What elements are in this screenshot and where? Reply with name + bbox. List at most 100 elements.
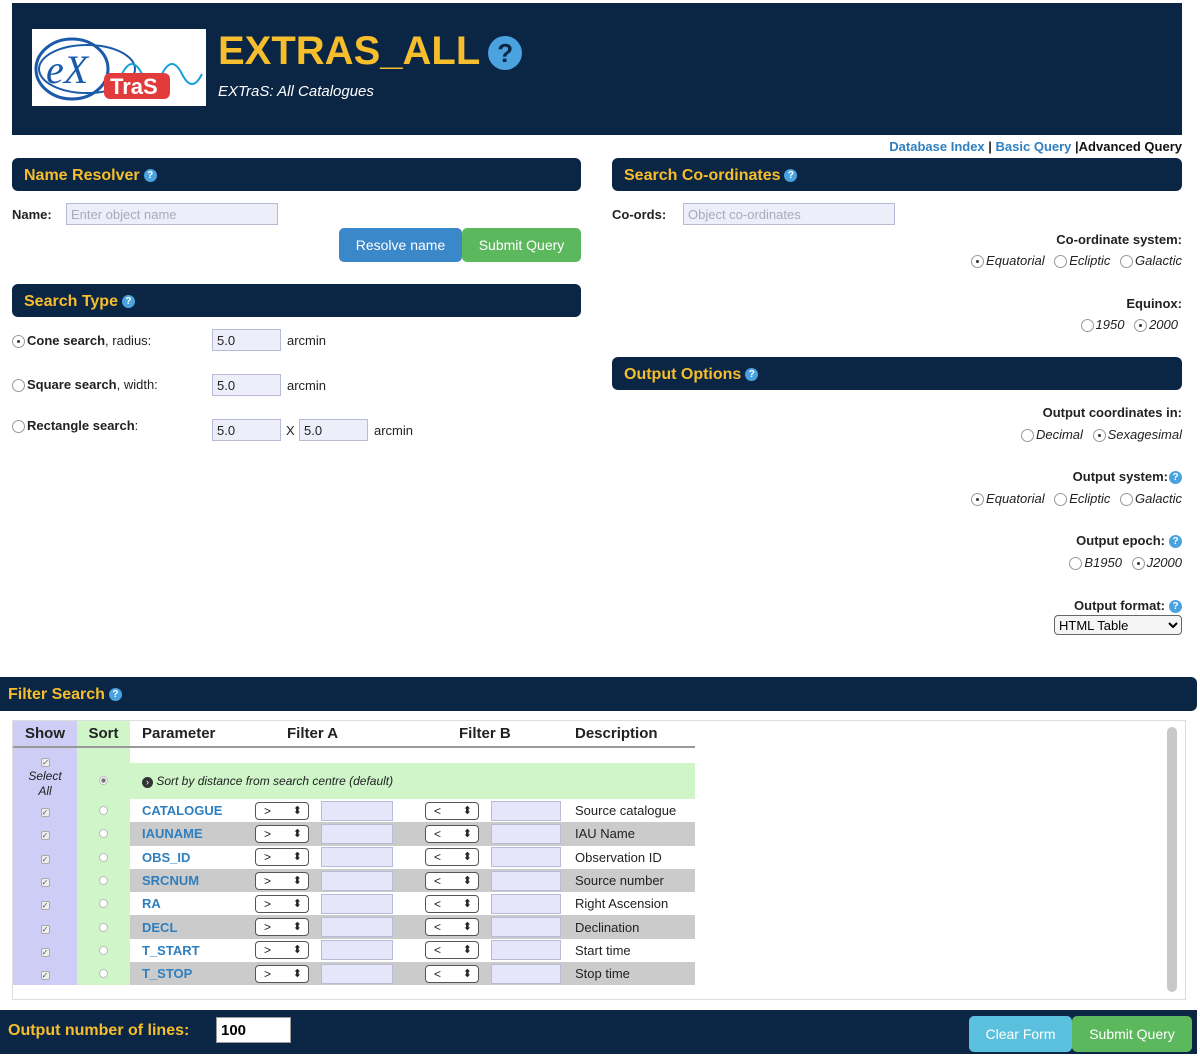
- epoch-b1950-radio[interactable]: [1069, 557, 1083, 571]
- parameter-name[interactable]: SRCNUM: [130, 868, 245, 893]
- filter-b-operator-select[interactable]: <: [425, 824, 479, 843]
- sort-cell: [77, 938, 130, 963]
- filter-a-operator-select[interactable]: >: [255, 964, 309, 983]
- sort-radio[interactable]: [99, 806, 108, 816]
- parameter-name[interactable]: IAUNAME: [130, 822, 245, 846]
- coord-system-ecliptic-radio[interactable]: [1054, 255, 1068, 269]
- filter-b-operator-select[interactable]: <: [425, 941, 479, 960]
- help-icon[interactable]: ?: [143, 169, 157, 183]
- sort-radio[interactable]: [99, 922, 108, 932]
- database-index-link[interactable]: Database Index: [889, 139, 984, 154]
- output-format-select[interactable]: HTML Table: [1054, 615, 1182, 635]
- filter-a-value-input[interactable]: [321, 917, 393, 938]
- output-coords-label: Output coordinates in:: [1042, 405, 1182, 420]
- show-checkbox[interactable]: ✓: [40, 901, 50, 911]
- filter-b-value-input[interactable]: [491, 893, 561, 914]
- help-icon[interactable]: ?: [1169, 600, 1182, 614]
- filter-a-value-input[interactable]: [321, 893, 393, 914]
- filter-b-operator-select[interactable]: <: [425, 871, 479, 890]
- parameter-name[interactable]: CATALOGUE: [130, 799, 245, 822]
- help-icon[interactable]: ?: [1169, 471, 1182, 485]
- clear-form-button[interactable]: Clear Form: [969, 1016, 1072, 1052]
- show-checkbox[interactable]: ✓: [40, 924, 50, 934]
- filter-a-operator-select[interactable]: >: [255, 848, 309, 867]
- show-checkbox[interactable]: ✓: [40, 878, 50, 888]
- filter-b-value-input[interactable]: [491, 847, 561, 868]
- filter-b-operator-select[interactable]: <: [425, 801, 479, 820]
- sort-radio[interactable]: [99, 899, 108, 909]
- show-cell: ✓: [13, 938, 77, 963]
- submit-query-button[interactable]: Submit Query: [1072, 1016, 1192, 1052]
- sort-radio[interactable]: [99, 852, 108, 862]
- filter-a-value-input[interactable]: [321, 823, 393, 844]
- resolve-name-button[interactable]: Resolve name: [339, 228, 462, 262]
- help-icon[interactable]: ?: [121, 295, 135, 309]
- filter-b-operator-select[interactable]: <: [425, 918, 479, 937]
- filter-a-value-input[interactable]: [321, 940, 393, 961]
- filter-b-value-input[interactable]: [491, 917, 561, 938]
- filter-b-value-input[interactable]: [491, 870, 561, 891]
- output-decimal-radio[interactable]: [1020, 429, 1034, 443]
- name-input[interactable]: [66, 203, 278, 225]
- filter-a-operator-select[interactable]: >: [255, 894, 309, 913]
- filter-a-value-input[interactable]: [321, 847, 393, 868]
- show-checkbox[interactable]: ✓: [40, 808, 50, 818]
- help-icon[interactable]: ?: [108, 688, 122, 702]
- select-all-checkbox[interactable]: ✓: [40, 758, 50, 767]
- rectangle-height-input[interactable]: [299, 419, 368, 441]
- coords-input[interactable]: [683, 203, 895, 225]
- show-checkbox[interactable]: ✓: [40, 947, 50, 957]
- sort-radio[interactable]: [99, 876, 108, 886]
- filter-table-scrollbar[interactable]: [1167, 727, 1177, 992]
- equinox-2000-radio[interactable]: [1134, 319, 1148, 333]
- filter-b-operator-select[interactable]: <: [425, 894, 479, 913]
- output-system-ecliptic-radio[interactable]: [1054, 493, 1068, 507]
- output-sexagesimal-radio[interactable]: [1092, 429, 1106, 443]
- output-system-equatorial-radio[interactable]: [971, 493, 985, 507]
- cone-search-radio[interactable]: [12, 335, 25, 349]
- filter-b-operator-select[interactable]: <: [425, 964, 479, 983]
- filter-a-value-input[interactable]: [321, 963, 393, 984]
- filter-b-operator-select[interactable]: <: [425, 848, 479, 867]
- filter-a-operator-select[interactable]: >: [255, 941, 309, 960]
- filter-a-operator-select[interactable]: >: [255, 801, 309, 820]
- filter-a-operator-select[interactable]: >: [255, 824, 309, 843]
- help-icon[interactable]: ?: [784, 169, 798, 183]
- parameter-name[interactable]: RA: [130, 892, 245, 915]
- filter-a-value-input[interactable]: [321, 800, 393, 821]
- sort-radio[interactable]: [99, 969, 108, 979]
- cone-radius-input[interactable]: [212, 329, 281, 351]
- sort-radio[interactable]: [99, 945, 108, 955]
- parameter-name[interactable]: T_START: [130, 939, 245, 962]
- output-lines-input[interactable]: [216, 1017, 291, 1043]
- rectangle-search-radio[interactable]: [12, 420, 25, 434]
- rectangle-width-input[interactable]: [212, 419, 281, 441]
- filter-a-value-input[interactable]: [321, 870, 393, 891]
- sort-default-radio[interactable]: [99, 776, 108, 786]
- basic-query-link[interactable]: Basic Query: [996, 139, 1072, 154]
- coord-system-equatorial-radio[interactable]: [971, 255, 985, 269]
- filter-a-operator-select[interactable]: >: [255, 871, 309, 890]
- parameter-name[interactable]: OBS_ID: [130, 846, 245, 869]
- help-icon[interactable]: ?: [745, 368, 759, 382]
- help-icon[interactable]: ?: [1169, 535, 1182, 549]
- output-system-galactic-radio[interactable]: [1120, 493, 1134, 507]
- show-checkbox[interactable]: ✓: [40, 831, 50, 841]
- submit-query-button-top[interactable]: Submit Query: [462, 228, 581, 262]
- parameter-name[interactable]: T_STOP: [130, 962, 245, 986]
- filter-b-value-input[interactable]: [491, 963, 561, 984]
- equinox-1950-radio[interactable]: [1080, 319, 1094, 333]
- filter-b-value-input[interactable]: [491, 823, 561, 844]
- parameter-name[interactable]: DECL: [130, 915, 245, 939]
- filter-b-value-input[interactable]: [491, 800, 561, 821]
- coord-system-galactic-radio[interactable]: [1120, 255, 1134, 269]
- sort-radio[interactable]: [99, 829, 108, 839]
- show-checkbox[interactable]: ✓: [40, 854, 50, 864]
- square-search-radio[interactable]: [12, 379, 25, 393]
- show-checkbox[interactable]: ✓: [40, 971, 50, 981]
- filter-b-value-input[interactable]: [491, 940, 561, 961]
- help-icon[interactable]: ?: [488, 36, 523, 71]
- filter-a-operator-select[interactable]: >: [255, 918, 309, 937]
- epoch-j2000-radio[interactable]: [1131, 557, 1145, 571]
- square-width-input[interactable]: [212, 374, 281, 396]
